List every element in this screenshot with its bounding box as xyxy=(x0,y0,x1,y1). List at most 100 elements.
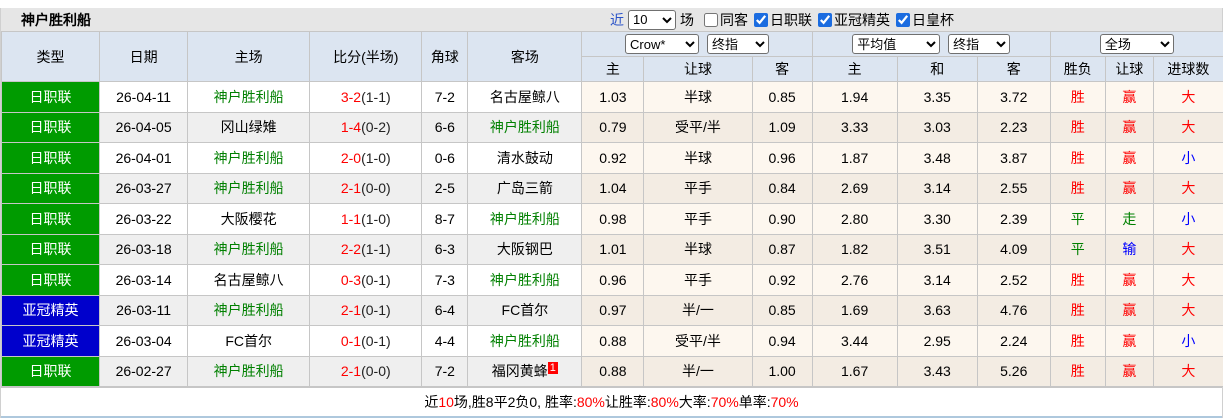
home-team-link[interactable]: 神户胜利船 xyxy=(187,233,311,265)
filter-checkbox-input-2[interactable] xyxy=(818,12,832,27)
match-row: 日职联 26-04-11 神户胜利船 3-2(1-1) 7-2 名古屋鲸八 1.03 半球 0.… xyxy=(0,81,1223,113)
away-team-link[interactable]: FC首尔 xyxy=(467,294,583,326)
filter-checkbox-1[interactable]: 日职联 xyxy=(754,10,812,30)
corner-cell: 4-4 xyxy=(421,325,469,357)
corner-cell: 6-6 xyxy=(421,111,469,143)
filter-checkbox-0[interactable]: 同客 xyxy=(704,10,748,30)
date-cell: 26-03-27 xyxy=(99,172,189,204)
away-team-link[interactable]: 名古屋鲸八 xyxy=(467,81,583,113)
handicap-result-cell: 赢 xyxy=(1104,294,1154,326)
match-row: 日职联 26-03-18 神户胜利船 2-2(1-1) 6-3 大阪钢巴 1.01 半球 0.8… xyxy=(0,233,1223,265)
avg-draw-cell: 3.43 xyxy=(896,355,978,387)
away-team-link[interactable]: 神户胜利船 xyxy=(467,203,583,235)
away-team-link[interactable]: 清水鼓动 xyxy=(467,142,583,174)
filter-checkbox-label: 亚冠精英 xyxy=(834,11,890,28)
avg-away-cell: 5.26 xyxy=(976,355,1051,387)
avg-away-cell: 3.87 xyxy=(976,142,1051,174)
date-cell: 26-03-22 xyxy=(99,203,189,235)
filter-checkbox-input-0[interactable] xyxy=(704,12,718,27)
home-team-link[interactable]: 大阪樱花 xyxy=(187,203,311,235)
away-team-link[interactable]: 神户胜利船 xyxy=(467,111,583,143)
col-header-odds-handicap: 让球 xyxy=(643,56,753,82)
filter-checkbox-2[interactable]: 亚冠精英 xyxy=(818,10,890,30)
avg-home-cell: 1.67 xyxy=(811,355,898,387)
filter-checkbox-input-1[interactable] xyxy=(754,12,768,27)
date-cell: 26-03-04 xyxy=(99,325,189,357)
avg-stage-select[interactable]: 终指 xyxy=(948,34,1011,54)
match-row: 日职联 26-03-14 名古屋鲸八 0-3(0-1) 7-3 神户胜利船 0.96 平手 0.… xyxy=(0,264,1223,296)
away-team-link[interactable]: 神户胜利船 xyxy=(467,264,583,296)
matches-label: 场 xyxy=(680,11,694,28)
handicap-result-cell: 赢 xyxy=(1104,172,1154,204)
goals-result-cell: 大 xyxy=(1152,264,1223,296)
filter-checkbox-3[interactable]: 日皇杯 xyxy=(896,10,954,30)
home-team-link[interactable]: 冈山绿雉 xyxy=(187,111,311,143)
col-header-home: 主场 xyxy=(187,31,311,82)
home-team-link[interactable]: 神户胜利船 xyxy=(187,355,311,387)
league-type-cell: 亚冠精英 xyxy=(0,325,101,357)
summary-stat-value: 10 xyxy=(438,394,454,410)
avg-draw-cell: 3.51 xyxy=(896,233,978,265)
halftime-score: (0-0) xyxy=(361,180,391,197)
odds-stage-select[interactable]: 终指 xyxy=(706,34,769,54)
fulltime-score: 2-0 xyxy=(340,149,362,166)
home-team-link[interactable]: 神户胜利船 xyxy=(187,142,311,174)
average-select[interactable]: 平均值 xyxy=(852,34,941,54)
home-team-link[interactable]: 神户胜利船 xyxy=(187,81,311,113)
crow-odds-handicap-cell: 半球 xyxy=(643,233,753,265)
summary-text: 场,胜8平2负0, 胜率: xyxy=(453,394,577,410)
crow-odds-handicap-cell: 平手 xyxy=(643,172,753,204)
col-header-handicap-result: 让球 xyxy=(1104,56,1154,82)
bookmaker-select[interactable]: Crow* xyxy=(625,34,700,54)
col-header-avg-home: 主 xyxy=(811,56,898,82)
away-team-name: 清水鼓动 xyxy=(496,149,553,166)
col-header-odds-away: 客 xyxy=(751,56,813,82)
away-team-link[interactable]: 神户胜利船 xyxy=(467,325,583,357)
away-team-name: 神户胜利船 xyxy=(489,210,560,227)
home-team-link[interactable]: 名古屋鲸八 xyxy=(187,264,311,296)
crow-odds-handicap-cell: 半/一 xyxy=(643,355,753,387)
crow-odds-home-cell: 0.97 xyxy=(581,294,645,326)
league-type-cell: 日职联 xyxy=(0,172,101,204)
match-row: 日职联 26-04-01 神户胜利船 2-0(1-0) 0-6 清水鼓动 0.92 半球 0.9… xyxy=(0,142,1223,174)
away-team-name: 福冈黄蜂 xyxy=(491,363,548,380)
avg-draw-cell: 3.30 xyxy=(896,203,978,235)
away-team-link[interactable]: 广岛三箭 xyxy=(467,172,583,204)
outcome-cell: 胜 xyxy=(1049,294,1106,326)
home-team-link[interactable]: 神户胜利船 xyxy=(187,172,311,204)
outcome-cell: 平 xyxy=(1049,233,1106,265)
crow-odds-handicap-cell: 受平/半 xyxy=(643,325,753,357)
home-team-link[interactable]: 神户胜利船 xyxy=(187,294,311,326)
goals-result-cell: 大 xyxy=(1152,233,1223,265)
summary-text: 单率: xyxy=(738,394,771,410)
avg-home-cell: 2.69 xyxy=(811,172,898,204)
period-select[interactable]: 全场 xyxy=(1099,34,1174,54)
score-cell: 2-1(0-1) xyxy=(309,294,423,326)
crow-odds-away-cell: 1.00 xyxy=(751,355,813,387)
halftime-score: (0-2) xyxy=(361,119,391,136)
halftime-score: (0-1) xyxy=(361,332,391,349)
league-type-cell: 日职联 xyxy=(0,233,101,265)
away-team-link[interactable]: 福冈黄蜂 1 xyxy=(467,355,583,387)
filter-checkbox-input-3[interactable] xyxy=(896,12,910,27)
avg-home-cell: 1.69 xyxy=(811,294,898,326)
home-team-link[interactable]: FC首尔 xyxy=(187,325,311,357)
recent-label: 近 xyxy=(610,11,624,28)
recent-count-select[interactable]: 10 xyxy=(628,9,676,30)
col-header-goals-result: 进球数 xyxy=(1152,56,1223,82)
filter-checkbox-label: 日皇杯 xyxy=(912,11,954,28)
league-type-cell: 日职联 xyxy=(0,355,101,387)
halftime-score: (0-0) xyxy=(361,363,391,380)
crow-odds-away-cell: 1.09 xyxy=(751,111,813,143)
date-cell: 26-04-01 xyxy=(99,142,189,174)
odds-group-header: Crow* 终指 xyxy=(581,31,813,57)
crow-odds-home-cell: 1.04 xyxy=(581,172,645,204)
col-header-score: 比分(半场) xyxy=(309,31,423,82)
crow-odds-home-cell: 0.96 xyxy=(581,264,645,296)
crow-odds-away-cell: 0.94 xyxy=(751,325,813,357)
away-team-link[interactable]: 大阪钢巴 xyxy=(467,233,583,265)
outcome-cell: 胜 xyxy=(1049,142,1106,174)
away-team-name: 广岛三箭 xyxy=(496,180,553,197)
match-row: 日职联 26-02-27 神户胜利船 2-1(0-0) 7-2 福冈黄蜂 1 0.88 半/一 1… xyxy=(0,355,1223,387)
halftime-score: (0-1) xyxy=(361,271,391,288)
